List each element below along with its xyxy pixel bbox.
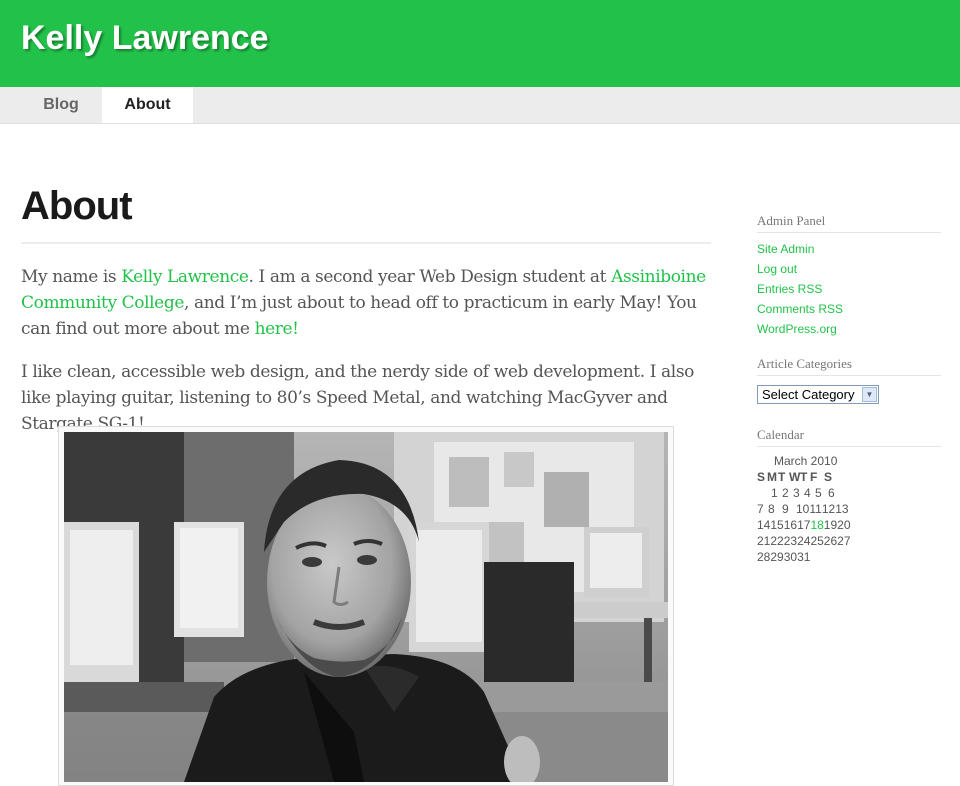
- calendar-day: 2: [782, 486, 789, 500]
- category-select[interactable]: Select Category ▼: [757, 385, 879, 404]
- calendar-day: 14: [757, 518, 771, 532]
- calendar-day: 9: [782, 502, 789, 516]
- categories-widget: Article Categories Select Category ▼: [757, 355, 941, 404]
- calendar-day: 24: [797, 534, 811, 548]
- calendar-day: 28: [757, 550, 771, 564]
- site-title-link[interactable]: Kelly Lawrence: [21, 18, 269, 58]
- calendar-day: 13: [835, 502, 849, 516]
- sidebar: Admin Panel Site Admin Log out Entries R…: [757, 212, 941, 565]
- entries-rss-link[interactable]: Entries RSS: [757, 282, 822, 296]
- main-content: About My name is Kelly Lawrence. I am a …: [21, 180, 711, 437]
- calendar-day: 8: [768, 502, 775, 516]
- chevron-down-icon[interactable]: ▼: [862, 387, 877, 402]
- calendar-week: 14151617181920: [757, 517, 941, 533]
- here-link[interactable]: here!: [255, 319, 299, 339]
- admin-link-item: WordPress.org: [757, 319, 941, 339]
- comments-rss-link[interactable]: Comments RSS: [757, 302, 843, 316]
- article-categories-title: Article Categories: [757, 355, 941, 376]
- category-select-value: Select Category: [762, 387, 855, 402]
- weekday-label: T: [778, 470, 786, 484]
- calendar-day: 31: [797, 550, 811, 564]
- calendar-day: 17: [797, 518, 811, 532]
- calendar-day: 6: [828, 486, 835, 500]
- weekday-label: W: [789, 470, 801, 484]
- calendar-day: 11: [809, 502, 822, 516]
- calendar-day: 4: [804, 486, 811, 500]
- page-title: About: [21, 180, 711, 244]
- calendar-day: 5: [815, 486, 822, 500]
- calendar-day: 7: [757, 502, 764, 516]
- calendar-weekday-row: S MT WT F S: [757, 469, 941, 485]
- weekday-label: M: [767, 470, 777, 484]
- main-nav: Blog About: [0, 87, 960, 124]
- site-header: Kelly Lawrence: [0, 0, 960, 87]
- calendar-day: 22: [770, 534, 784, 548]
- calendar-day: 30: [783, 550, 798, 564]
- calendar-day: 12: [821, 502, 836, 516]
- admin-link-item: Comments RSS: [757, 299, 941, 319]
- nav-tab-blog[interactable]: Blog: [20, 87, 102, 123]
- calendar-day: 1: [771, 486, 778, 500]
- calendar-day: 29: [770, 550, 784, 564]
- calendar-day: 20: [837, 518, 851, 532]
- calendar-day: 27: [837, 534, 851, 548]
- calendar-day-today[interactable]: 18: [810, 517, 823, 533]
- weekday-label: F: [810, 470, 818, 484]
- calendar: March 2010 S MT WT F S 123456 7 8 9 10111213 14…: [757, 453, 941, 565]
- weekday-label: T: [800, 470, 808, 484]
- admin-panel-title: Admin Panel: [757, 212, 941, 233]
- calendar-day: 25: [810, 534, 824, 548]
- wordpress-org-link[interactable]: WordPress.org: [757, 322, 837, 336]
- profile-photo-image: [64, 432, 668, 782]
- calendar-day: 15: [770, 518, 784, 532]
- intro-paragraph: My name is Kelly Lawrence. I am a second…: [21, 264, 711, 342]
- admin-link-item: Entries RSS: [757, 279, 941, 299]
- intro-text-2: . I am a second year Web Design student …: [248, 267, 612, 287]
- admin-link-item: Log out: [757, 259, 941, 279]
- site-admin-link[interactable]: Site Admin: [757, 242, 814, 256]
- calendar-week: 7 8 9 10111213: [757, 501, 941, 517]
- calendar-day: 3: [793, 486, 800, 500]
- calendar-day: 10: [796, 502, 810, 516]
- calendar-day: 21: [757, 534, 771, 548]
- calendar-day: 23: [783, 534, 798, 548]
- calendar-week: 123456: [757, 485, 941, 501]
- kelly-lawrence-link[interactable]: Kelly Lawrence: [121, 267, 249, 287]
- calendar-day: 16: [783, 518, 798, 532]
- profile-photo: [64, 432, 668, 782]
- calendar-week: 21222324252627: [757, 533, 941, 549]
- profile-photo-frame: [58, 426, 674, 786]
- weekday-label: S: [757, 470, 766, 484]
- admin-link-item: Site Admin: [757, 239, 941, 259]
- log-out-link[interactable]: Log out: [757, 262, 797, 276]
- admin-panel-widget: Admin Panel Site Admin Log out Entries R…: [757, 212, 941, 339]
- weekday-label: S: [824, 470, 833, 484]
- calendar-week: 28293031: [757, 549, 941, 565]
- admin-links: Site Admin Log out Entries RSS Comments …: [757, 239, 941, 339]
- calendar-title: Calendar: [757, 426, 941, 447]
- calendar-widget: Calendar March 2010 S MT WT F S 123456 7 8 9 10…: [757, 426, 941, 565]
- intro-text-1: My name is: [21, 267, 122, 287]
- calendar-day: 26: [823, 534, 838, 548]
- calendar-day: 19: [823, 518, 838, 532]
- calendar-caption: March 2010: [774, 454, 838, 468]
- nav-tab-about[interactable]: About: [102, 87, 193, 123]
